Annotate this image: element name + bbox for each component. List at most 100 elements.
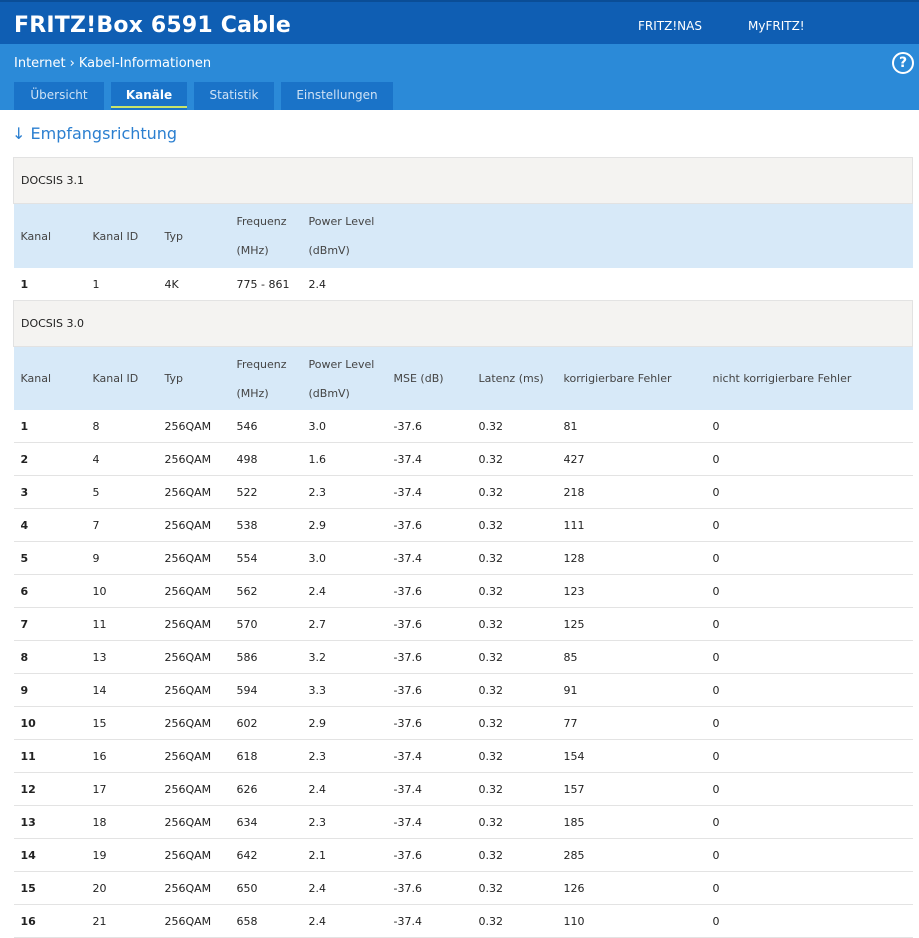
table-cell: 2.9: [301, 508, 387, 542]
table-cell: 256QAM: [157, 410, 230, 443]
table-cell: 3.0: [301, 541, 387, 575]
table-cell: 618: [229, 739, 302, 773]
breadcrumb-kabel-informationen[interactable]: Kabel-Informationen: [79, 56, 211, 71]
table-cell: 256QAM: [157, 541, 230, 575]
table-cell: -37.6: [386, 838, 472, 872]
table-cell: 2.3: [301, 739, 387, 773]
table-cell: 128: [556, 541, 706, 575]
table-row: 15 20 256QAM 650 2.4 -37.6 0.32 126 0: [13, 871, 913, 905]
table-cell: 0: [705, 904, 913, 938]
table-cell: 9: [13, 673, 86, 707]
table-cell: 538: [229, 508, 302, 542]
table-cell: 0.32: [471, 673, 557, 707]
table-cell: 0.32: [471, 838, 557, 872]
table-cell: 522: [229, 475, 302, 509]
table-cell: 0: [705, 475, 913, 509]
table-cell: 2.4: [301, 574, 387, 608]
breadcrumb-internet[interactable]: Internet: [14, 56, 66, 71]
table-cell: 16: [85, 739, 158, 773]
table-cell: 6: [13, 574, 86, 608]
table-cell: 0: [705, 607, 913, 641]
table-cell: 0.32: [471, 640, 557, 674]
fritz-nas-link[interactable]: FRITZ!NAS: [638, 19, 702, 33]
table-cell: 546: [229, 410, 302, 443]
col-power-level: Power Level (dBmV): [301, 346, 387, 410]
tab-kanaele[interactable]: Kanäle: [111, 82, 187, 110]
table-cell: -37.4: [386, 772, 472, 806]
table-cell: 3.0: [301, 410, 387, 443]
tab-einstellungen[interactable]: Einstellungen: [281, 82, 393, 110]
table-cell: 8: [85, 410, 158, 443]
channel-table: DOCSIS 3.1 Kanal Kanal ID Typ Frequenz (M…: [13, 157, 913, 938]
table-cell: 157: [556, 772, 706, 806]
table-cell: 0.32: [471, 739, 557, 773]
table-cell: 256QAM: [157, 475, 230, 509]
table-cell: 256QAM: [157, 805, 230, 839]
docsis-30-header-row: DOCSIS 3.0: [13, 300, 913, 347]
tab-statistik[interactable]: Statistik: [194, 82, 274, 110]
table-cell: 554: [229, 541, 302, 575]
table-cell: 4: [13, 508, 86, 542]
table-cell: 0.32: [471, 541, 557, 575]
table-row: 16 21 256QAM 658 2.4 -37.4 0.32 110 0: [13, 904, 913, 938]
table-cell: 21: [85, 904, 158, 938]
table-cell: 0.32: [471, 442, 557, 476]
table-cell: 13: [85, 640, 158, 674]
table-cell: 2.1: [301, 838, 387, 872]
table-cell: 2.7: [301, 607, 387, 641]
col-kanal: Kanal: [13, 346, 86, 410]
col-latenz: Latenz (ms): [471, 346, 557, 410]
brand-title: FRITZ!Box 6591 Cable: [14, 13, 291, 38]
help-icon[interactable]: ?: [892, 52, 914, 74]
table-cell: 0: [705, 673, 913, 707]
top-bar: FRITZ!Box 6591 Cable FRITZ!NAS MyFRITZ!: [0, 0, 919, 44]
table-row: 13 18 256QAM 634 2.3 -37.4 0.32 185 0: [13, 805, 913, 839]
table-cell: 1: [85, 268, 158, 301]
table-cell: 2.4: [301, 772, 387, 806]
table-cell: 0.32: [471, 607, 557, 641]
table-cell: 154: [556, 739, 706, 773]
table-row: 10 15 256QAM 602 2.9 -37.6 0.32 77 0: [13, 706, 913, 740]
table-cell: 0: [705, 640, 913, 674]
table-row: 1 8 256QAM 546 3.0 -37.6 0.32 81 0: [13, 410, 913, 443]
table-cell: 0: [705, 772, 913, 806]
table-cell: 7: [13, 607, 86, 641]
table-cell: 2.4: [301, 871, 387, 905]
table-cell: 12: [13, 772, 86, 806]
table-cell: 85: [556, 640, 706, 674]
table-cell: 256QAM: [157, 871, 230, 905]
table-cell: 185: [556, 805, 706, 839]
tab-uebersicht[interactable]: Übersicht: [14, 82, 104, 110]
table-cell: 2.3: [301, 805, 387, 839]
table-cell: 0: [705, 706, 913, 740]
table-cell: -37.4: [386, 805, 472, 839]
myfritz-link[interactable]: MyFRITZ!: [748, 19, 805, 33]
table-cell: 586: [229, 640, 302, 674]
table-cell: 13: [13, 805, 86, 839]
col-frequenz: Frequenz (MHz): [229, 203, 302, 268]
table-cell: -37.4: [386, 739, 472, 773]
table-cell: -37.6: [386, 508, 472, 542]
table-cell: 1: [13, 410, 86, 443]
table-cell: 634: [229, 805, 302, 839]
table-cell: 15: [85, 706, 158, 740]
table-cell: 10: [13, 706, 86, 740]
table-cell: 11: [85, 607, 158, 641]
table-cell: 642: [229, 838, 302, 872]
table-cell: 0: [705, 574, 913, 608]
table-cell: -37.4: [386, 541, 472, 575]
col-kanal-id: Kanal ID: [85, 346, 158, 410]
table-row: 1 1 4K 775 - 861 2.4: [13, 268, 913, 301]
table-cell: -37.6: [386, 871, 472, 905]
table-row: 9 14 256QAM 594 3.3 -37.6 0.32 91 0: [13, 673, 913, 707]
table-cell: 110: [556, 904, 706, 938]
table-row: 11 16 256QAM 618 2.3 -37.4 0.32 154 0: [13, 739, 913, 773]
table-cell: 427: [556, 442, 706, 476]
table-cell: 19: [85, 838, 158, 872]
table-cell: 5: [13, 541, 86, 575]
table-cell: 498: [229, 442, 302, 476]
table-cell: -37.4: [386, 475, 472, 509]
table-cell: 125: [556, 607, 706, 641]
table-cell: 0.32: [471, 772, 557, 806]
table-cell: 0.32: [471, 871, 557, 905]
